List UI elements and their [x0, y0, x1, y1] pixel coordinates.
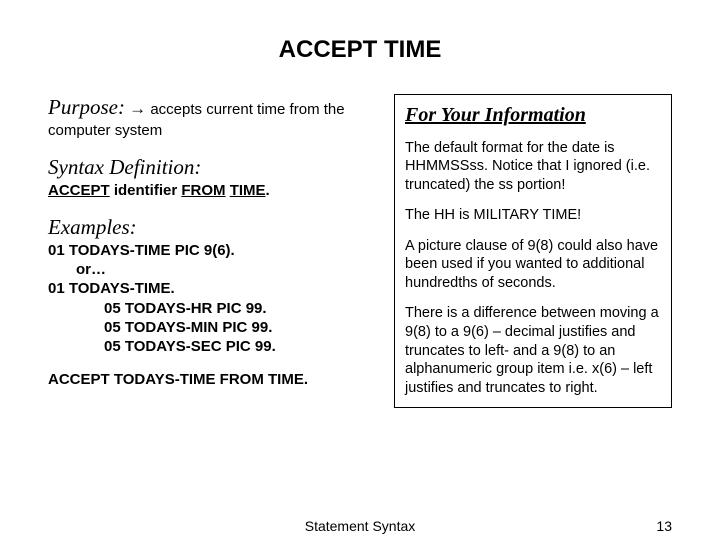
fyi-box: For Your Information The default format …: [394, 94, 672, 408]
fyi-paragraph: The default format for the date is HHMMS…: [405, 139, 661, 195]
examples-block: Examples: 01 TODAYS-TIME PIC 9(6). or… 0…: [48, 214, 378, 356]
example-line: 05 TODAYS-HR PIC 99.: [48, 299, 378, 318]
purpose-block: Purpose: → accepts current time from the…: [48, 94, 378, 140]
syntax-line: ACCEPT identifier FROM TIME.: [48, 181, 378, 200]
example-accept: ACCEPT TODAYS-TIME FROM TIME.: [48, 370, 378, 389]
arrow-icon: →: [129, 99, 146, 118]
footer-center: Statement Syntax: [305, 518, 416, 534]
example-line: 05 TODAYS-MIN PIC 99.: [48, 318, 378, 337]
syntax-block: Syntax Definition: ACCEPT identifier FRO…: [48, 154, 378, 200]
content-columns: Purpose: → accepts current time from the…: [48, 94, 672, 408]
syntax-identifier: identifier: [110, 182, 182, 199]
page-title: ACCEPT TIME: [48, 36, 672, 64]
syntax-period: .: [266, 182, 270, 199]
purpose-label: Purpose:: [48, 95, 125, 119]
examples-label: Examples:: [48, 214, 378, 241]
fyi-paragraph: There is a difference between moving a 9…: [405, 304, 661, 397]
syntax-accept: ACCEPT: [48, 182, 110, 199]
syntax-label: Syntax Definition:: [48, 154, 378, 181]
fyi-paragraph: A picture clause of 9(8) could also have…: [405, 237, 661, 293]
right-column: For Your Information The default format …: [394, 94, 672, 408]
example-line: 01 TODAYS-TIME PIC 9(6).: [48, 241, 378, 260]
syntax-from: FROM: [181, 182, 225, 199]
left-column: Purpose: → accepts current time from the…: [48, 94, 378, 408]
syntax-time: TIME: [230, 182, 266, 199]
page-number: 13: [656, 518, 672, 534]
example-line: 05 TODAYS-SEC PIC 99.: [48, 337, 378, 356]
fyi-paragraph: The HH is MILITARY TIME!: [405, 206, 661, 225]
example-or: or…: [48, 260, 378, 279]
example-line: 01 TODAYS-TIME.: [48, 279, 378, 298]
fyi-heading: For Your Information: [405, 103, 661, 129]
examples-body: 01 TODAYS-TIME PIC 9(6). or… 01 TODAYS-T…: [48, 241, 378, 356]
